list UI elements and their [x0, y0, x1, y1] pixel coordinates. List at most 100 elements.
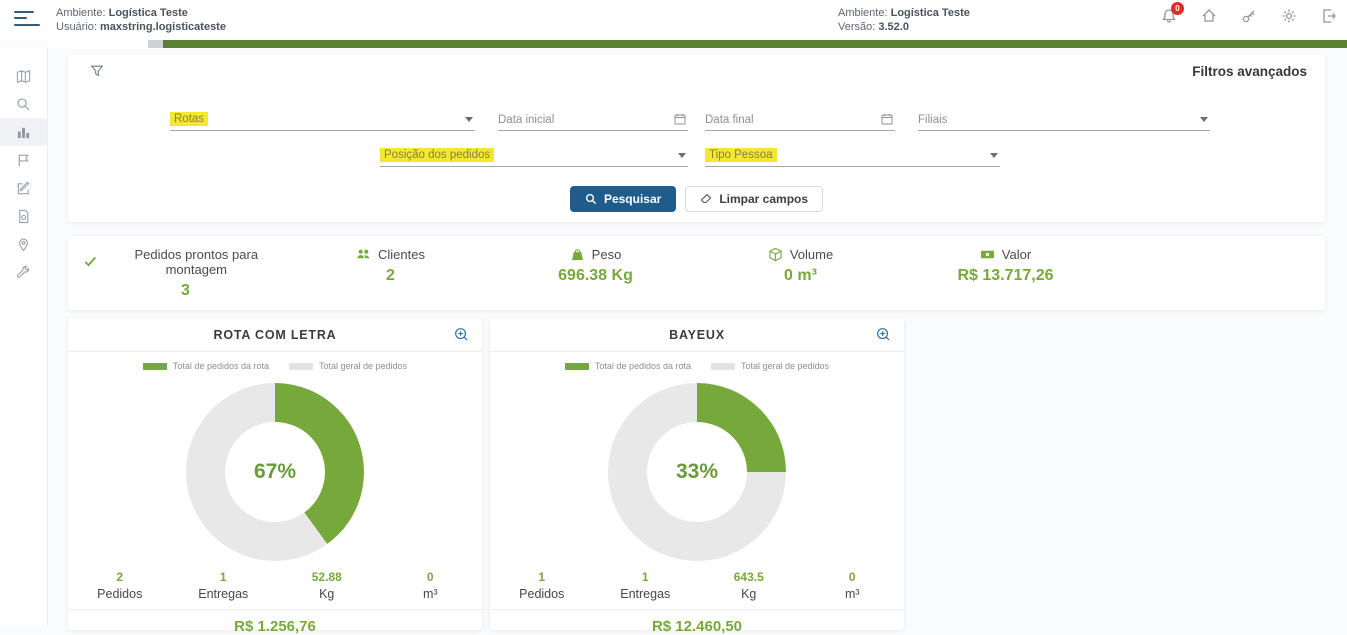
summary-card: Pedidos prontos para montagem 3 Clientes…: [68, 236, 1325, 310]
zoom-in-icon[interactable]: [876, 327, 891, 342]
tipo-pessoa-select[interactable]: Tipo Pessoa: [705, 143, 1000, 167]
summary-value: 696.38 Kg: [493, 267, 698, 285]
summary-item-pedidos: Pedidos prontos para montagem 3: [83, 247, 288, 300]
data-final-label: Data final: [705, 114, 754, 126]
route-stats: 1Pedidos 1Entregas 643.5Kg 0m³: [490, 570, 904, 610]
chart-icon: [16, 125, 31, 140]
usuario-label: Usuário:: [56, 21, 97, 33]
filiais-select[interactable]: Filiais: [918, 107, 1210, 131]
volume-icon: [768, 247, 783, 262]
legend-swatch-gray: [289, 363, 313, 370]
summary-label: Peso: [592, 247, 622, 262]
legend-label: Total de pedidos da rota: [595, 361, 691, 371]
summary-value: 2: [288, 267, 493, 285]
versao-value: 3.52.0: [878, 21, 909, 33]
legend-swatch-gray: [711, 363, 735, 370]
summary-value: R$ 13.717,26: [903, 267, 1108, 285]
tools-icon: [16, 265, 31, 280]
ambiente-value: Logística Teste: [109, 7, 188, 19]
versao-label: Versão:: [838, 21, 875, 33]
legend-label: Total geral de pedidos: [741, 361, 829, 371]
top-bar: Ambiente: Logística Teste Usuário: maxst…: [0, 0, 1347, 40]
donut-chart: 33%: [608, 383, 786, 561]
chevron-down-icon: [678, 153, 686, 158]
filiais-label: Filiais: [918, 114, 947, 126]
summary-item-clientes: Clientes 2: [288, 247, 493, 300]
sidebar: [0, 48, 48, 626]
limpar-campos-button[interactable]: Limpar campos: [685, 186, 823, 212]
pin-icon: [16, 237, 31, 252]
routes-icon: [16, 153, 31, 168]
calendar-icon[interactable]: [674, 113, 686, 125]
donut-chart: 67%: [186, 383, 364, 561]
summary-label: Volume: [790, 247, 833, 262]
sidebar-item-pin[interactable]: [0, 230, 47, 258]
rotas-label: Rotas: [170, 112, 208, 126]
filter-buttons: Pesquisar Limpar campos: [68, 186, 1325, 212]
home-icon[interactable]: [1201, 8, 1217, 24]
main-content: Filtros avançados Rotas Data inicial Dat…: [48, 48, 1347, 626]
route-card-title: BAYEUX: [490, 318, 904, 352]
ambiente-label: Ambiente:: [56, 7, 106, 19]
menu-toggle-icon[interactable]: [14, 11, 40, 29]
tab-indicator: [148, 40, 163, 48]
stat-m3: 0m³: [801, 570, 905, 601]
data-final-input[interactable]: Data final: [705, 107, 895, 131]
route-card-rota-com-letra: ROTA COM LETRA Total de pedidos da rota …: [68, 318, 482, 630]
chevron-down-icon: [1200, 117, 1208, 122]
summary-item-volume: Volume 0 m³: [698, 247, 903, 300]
weight-icon: [570, 247, 585, 262]
header-actions: 0: [1161, 8, 1337, 24]
pesquisar-button[interactable]: Pesquisar: [570, 186, 676, 212]
sidebar-item-edit[interactable]: [0, 174, 47, 202]
route-stats: 2Pedidos 1Entregas 52.88Kg 0m³: [68, 570, 482, 610]
tipo-pessoa-label: Tipo Pessoa: [705, 148, 777, 162]
summary-item-valor: Valor R$ 13.717,26: [903, 247, 1108, 300]
legend-label: Total de pedidos da rota: [173, 361, 269, 371]
route-card-title: ROTA COM LETRA: [68, 318, 482, 352]
environment-version-info: Ambiente: Logística Teste Versão: 3.52.0: [838, 6, 970, 34]
chevron-down-icon: [990, 153, 998, 158]
summary-value: 3: [83, 282, 288, 300]
environment-user-info: Ambiente: Logística Teste Usuário: maxst…: [56, 6, 226, 34]
stat-kg: 52.88Kg: [275, 570, 379, 601]
stat-kg: 643.5Kg: [697, 570, 801, 601]
exit-icon[interactable]: [1321, 8, 1337, 24]
rotas-select[interactable]: Rotas: [170, 107, 475, 131]
chart-legend: Total de pedidos da rota Total geral de …: [490, 361, 904, 371]
bell-icon[interactable]: 0: [1161, 8, 1177, 24]
sidebar-item-tools[interactable]: [0, 258, 47, 286]
route-total-value: R$ 12.460,50: [490, 610, 904, 635]
accent-bar: [48, 40, 1347, 48]
sidebar-item-map[interactable]: [0, 62, 47, 90]
filter-funnel-icon[interactable]: [90, 64, 104, 78]
sidebar-item-search[interactable]: [0, 90, 47, 118]
calendar-icon[interactable]: [881, 113, 893, 125]
posicao-pedidos-label: Posição dos pedidos: [380, 148, 494, 162]
stat-entregas: 1Entregas: [172, 570, 276, 601]
stat-pedidos: 1Pedidos: [490, 570, 594, 601]
filters-title: Filtros avançados: [1192, 64, 1307, 79]
ambiente2-label: Ambiente:: [838, 7, 888, 19]
data-inicial-input[interactable]: Data inicial: [498, 107, 688, 131]
summary-label: Valor: [1002, 247, 1031, 262]
stat-pedidos: 2Pedidos: [68, 570, 172, 601]
map-icon: [16, 69, 31, 84]
search-icon: [16, 97, 31, 112]
sidebar-item-routes[interactable]: [0, 146, 47, 174]
clients-icon: [356, 247, 371, 262]
posicao-pedidos-select[interactable]: Posição dos pedidos: [380, 143, 688, 167]
check-icon: [83, 254, 98, 269]
gear-icon[interactable]: [1281, 8, 1297, 24]
sidebar-item-dashboard[interactable]: [0, 118, 47, 146]
key-icon[interactable]: [1241, 8, 1257, 24]
ambiente2-value: Logística Teste: [891, 7, 970, 19]
green-accent-bar: [163, 40, 1347, 48]
sidebar-item-document[interactable]: [0, 202, 47, 230]
edit-icon: [16, 181, 31, 196]
legend-swatch-green: [565, 363, 589, 370]
eraser-icon: [700, 193, 712, 205]
legend-label: Total geral de pedidos: [319, 361, 407, 371]
stat-m3: 0m³: [379, 570, 483, 601]
zoom-in-icon[interactable]: [454, 327, 469, 342]
